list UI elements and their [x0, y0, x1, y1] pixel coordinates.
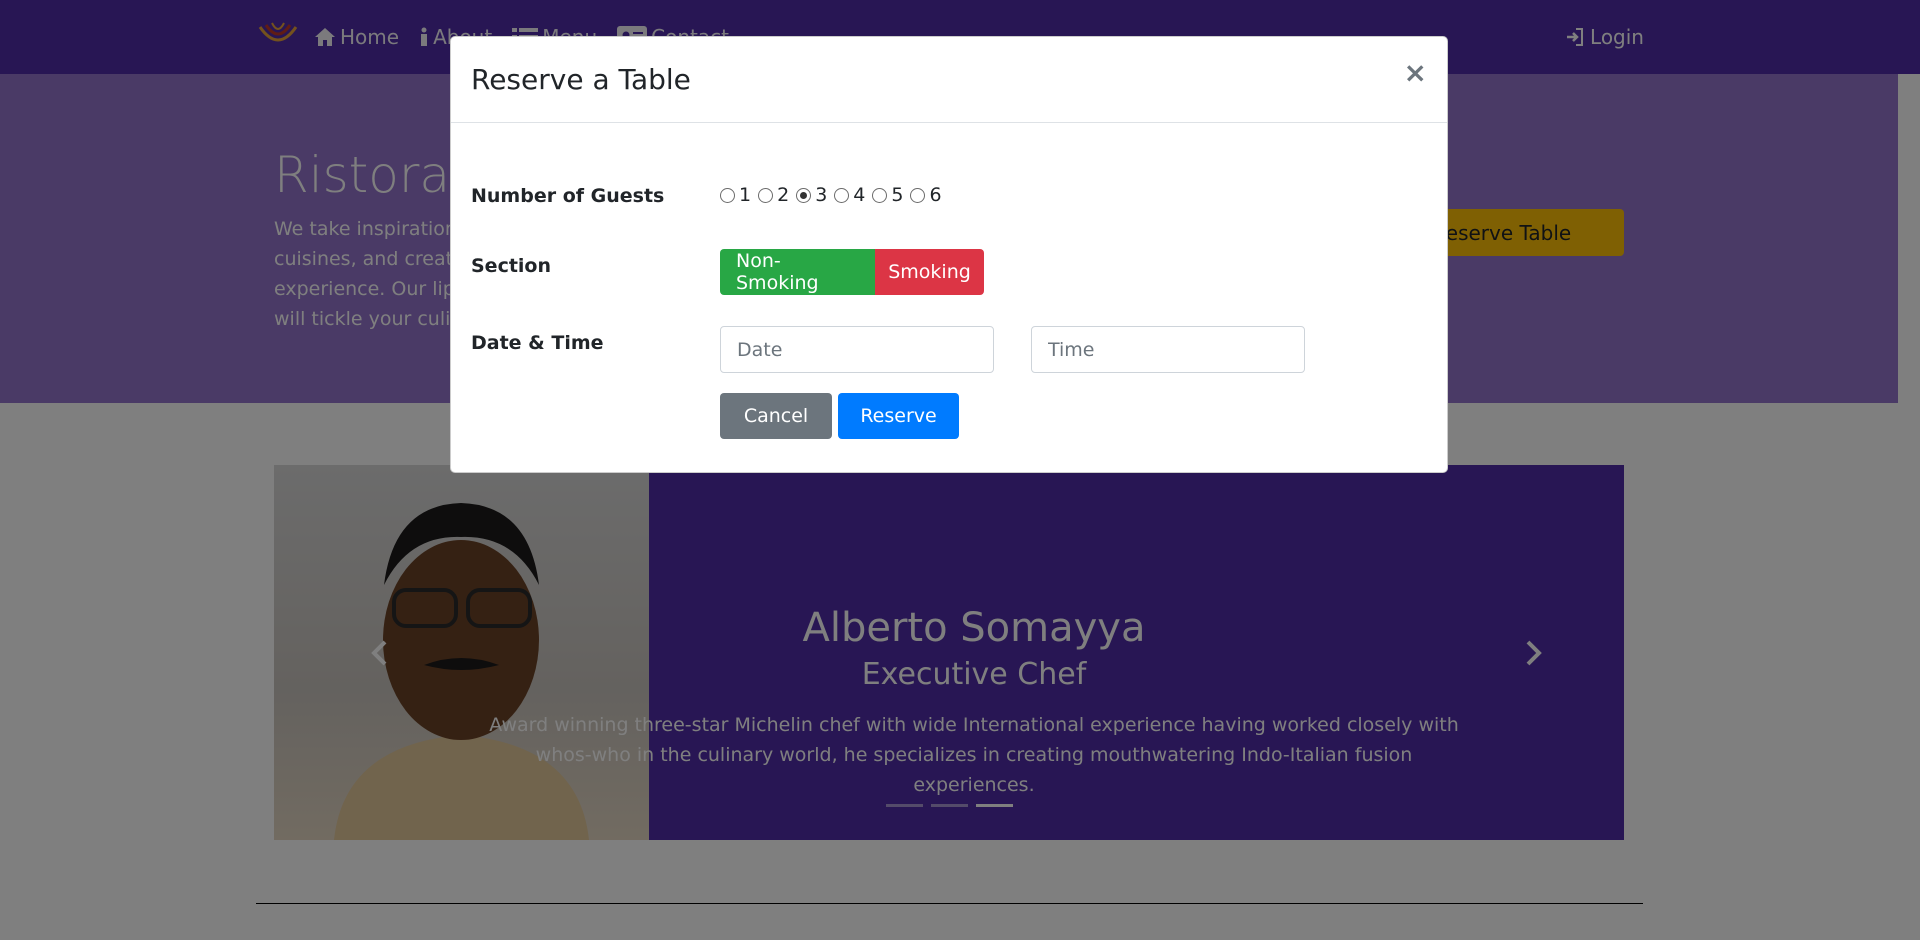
guests-label: Number of Guests: [471, 185, 665, 207]
guest-option-1[interactable]: 1: [720, 184, 751, 206]
radio-button[interactable]: [872, 187, 888, 203]
section-label: Section: [471, 255, 552, 277]
guest-option-label: 4: [853, 184, 866, 206]
non-smoking-button[interactable]: Non-Smoking: [720, 249, 875, 295]
modal-header: Reserve a Table ×: [451, 37, 1447, 123]
radio-button[interactable]: [834, 187, 850, 203]
guest-option-label: 3: [815, 184, 828, 206]
radio-button[interactable]: [720, 187, 735, 203]
guest-option-label: 5: [891, 184, 904, 206]
guest-option-2[interactable]: 2: [758, 184, 789, 206]
radio-button-checked[interactable]: [796, 187, 812, 203]
radio-button[interactable]: [758, 187, 774, 203]
reserve-button[interactable]: Reserve: [838, 393, 959, 439]
guest-option-3[interactable]: 3: [796, 184, 827, 206]
guest-option-label: 1: [739, 184, 752, 206]
guest-option-6[interactable]: 6: [910, 184, 942, 206]
smoking-button[interactable]: Smoking: [875, 249, 984, 295]
guests-radio-group: 1 2 3 4 5 6: [720, 184, 949, 206]
cancel-button[interactable]: Cancel: [720, 393, 832, 439]
guest-option-4[interactable]: 4: [834, 184, 865, 206]
radio-button[interactable]: [910, 187, 926, 203]
section-toggle-group: Non-Smoking Smoking: [720, 249, 984, 295]
date-input[interactable]: [720, 326, 994, 373]
modal-title: Reserve a Table: [471, 63, 691, 96]
datetime-label: Date & Time: [471, 332, 604, 354]
close-button[interactable]: ×: [1404, 59, 1427, 87]
guest-option-5[interactable]: 5: [872, 184, 903, 206]
guest-option-label: 6: [929, 184, 942, 206]
guest-option-label: 2: [777, 184, 790, 206]
reserve-modal: Reserve a Table × Number of Guests 1 2 3…: [450, 36, 1448, 473]
time-input[interactable]: [1031, 326, 1305, 373]
